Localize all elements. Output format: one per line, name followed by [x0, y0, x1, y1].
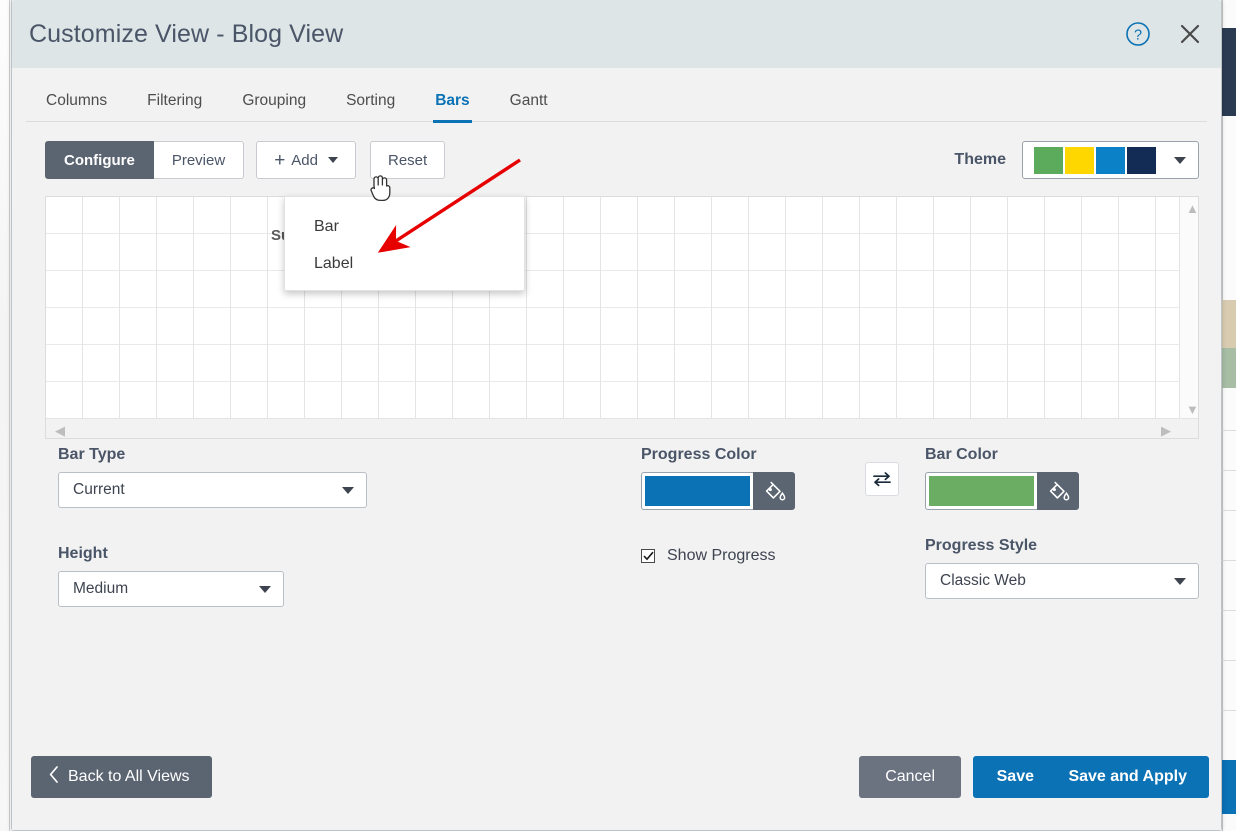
gantt-grid [46, 197, 1181, 419]
background-right-green-block [1222, 348, 1236, 388]
back-to-all-views-label: Back to All Views [68, 768, 190, 786]
height-label: Height [58, 545, 284, 563]
background-right-strip [1222, 0, 1236, 831]
scroll-left-icon[interactable]: ◀ [55, 424, 65, 437]
show-progress-field[interactable]: Show Progress [641, 547, 776, 565]
tab-gantt[interactable]: Gantt [490, 92, 568, 122]
background-right-rule [1222, 510, 1236, 511]
help-circle-icon[interactable]: ? [1125, 21, 1151, 47]
theme-picker[interactable] [1022, 141, 1199, 179]
add-button[interactable]: + Add [256, 141, 356, 179]
theme-swatch-blue [1096, 147, 1125, 174]
progress-color-field: Progress Color [641, 446, 795, 510]
gantt-preview: ▲ ▼ ◀ ▶ [45, 196, 1199, 439]
bar-color-picker-button[interactable] [1037, 472, 1079, 510]
svg-text:?: ? [1134, 28, 1142, 44]
customize-view-dialog: Customize View - Blog View ? Columns Fil… [11, 0, 1222, 831]
configure-button[interactable]: Configure [45, 141, 154, 179]
tab-sorting[interactable]: Sorting [326, 92, 415, 122]
progress-color-picker-button[interactable] [753, 472, 795, 510]
tab-columns[interactable]: Columns [26, 92, 127, 122]
scroll-right-icon[interactable]: ▶ [1161, 424, 1171, 437]
show-progress-label: Show Progress [667, 547, 776, 565]
tab-bars[interactable]: Bars [415, 92, 489, 122]
progress-style-field: Progress Style Classic Web [925, 537, 1199, 599]
chevron-down-icon [342, 487, 354, 494]
tab-bar: Columns Filtering Grouping Sorting Bars … [12, 68, 1221, 122]
progress-color-label: Progress Color [641, 446, 795, 464]
progress-color-control [641, 472, 795, 510]
save-and-apply-button[interactable]: Save and Apply [1046, 756, 1209, 798]
bar-type-select[interactable]: Current [58, 472, 367, 508]
background-right-rule [1222, 610, 1236, 611]
swap-colors-icon [871, 470, 893, 488]
check-icon [643, 551, 654, 561]
paint-bucket-icon [762, 479, 786, 503]
chevron-down-icon [1174, 157, 1186, 164]
height-value: Medium [73, 580, 259, 598]
bar-settings-form: Bar Type Current Height Medium Progress … [45, 439, 1199, 639]
chevron-down-icon [328, 157, 338, 163]
show-progress-checkbox[interactable] [641, 549, 655, 563]
theme-swatch-yellow [1065, 147, 1094, 174]
bar-color-field: Bar Color [925, 446, 1079, 510]
save-button[interactable]: Save [973, 756, 1058, 798]
theme-control: Theme [954, 141, 1199, 179]
bar-color-control [925, 472, 1079, 510]
progress-style-value: Classic Web [940, 572, 1174, 590]
progress-style-label: Progress Style [925, 537, 1199, 555]
tab-grouping[interactable]: Grouping [222, 92, 326, 122]
theme-label: Theme [954, 151, 1006, 169]
dialog-title: Customize View - Blog View [29, 20, 343, 49]
dialog-titlebar: Customize View - Blog View ? [12, 0, 1221, 68]
progress-color-swatch [645, 476, 750, 506]
scroll-down-icon[interactable]: ▼ [1186, 403, 1199, 416]
chevron-down-icon [1174, 578, 1186, 585]
chevron-down-icon [259, 586, 271, 593]
progress-style-select[interactable]: Classic Web [925, 563, 1199, 599]
bar-type-label: Bar Type [58, 446, 367, 464]
dialog-footer: Back to All Views Cancel Save Save and A… [12, 730, 1221, 830]
chevron-left-icon [49, 766, 59, 788]
plus-icon: + [274, 151, 285, 170]
background-right-rule [1222, 560, 1236, 561]
bar-color-swatch [929, 476, 1034, 506]
theme-swatch-navy [1127, 147, 1156, 174]
mode-toggle-group: Configure Preview [45, 141, 244, 179]
bar-color-label: Bar Color [925, 446, 1079, 464]
back-to-all-views-button[interactable]: Back to All Views [31, 756, 212, 798]
titlebar-actions: ? [1125, 21, 1203, 47]
bar-type-value: Current [73, 481, 342, 499]
add-menu-item-bar[interactable]: Bar [285, 208, 524, 245]
gantt-vertical-scrollbar[interactable]: ▲ ▼ [1179, 197, 1198, 419]
close-icon[interactable] [1177, 21, 1203, 47]
scroll-up-icon[interactable]: ▲ [1186, 202, 1199, 215]
reset-button[interactable]: Reset [370, 141, 445, 179]
gantt-horizontal-scrollbar[interactable]: ◀ ▶ [46, 418, 1198, 438]
theme-swatch-green [1034, 147, 1063, 174]
cancel-button[interactable]: Cancel [859, 756, 961, 798]
height-select[interactable]: Medium [58, 571, 284, 607]
add-button-label: Add [291, 152, 318, 169]
height-field: Height Medium [58, 545, 284, 607]
paint-bucket-icon [1046, 479, 1070, 503]
background-right-dark-block [1222, 28, 1236, 116]
reset-button-label: Reset [388, 152, 427, 169]
bar-type-field: Bar Type Current [58, 446, 367, 508]
bar-color-swatch-box[interactable] [925, 472, 1037, 510]
bars-toolbar: Configure Preview + Add Reset Theme [12, 140, 1221, 180]
preview-button[interactable]: Preview [154, 141, 244, 179]
add-dropdown-menu: Bar Label [284, 196, 525, 291]
background-right-tan-block [1222, 300, 1236, 348]
progress-color-swatch-box[interactable] [641, 472, 753, 510]
background-right-blue-block [1222, 760, 1236, 814]
tab-filtering[interactable]: Filtering [127, 92, 222, 122]
background-right-rule [1222, 710, 1236, 711]
add-menu-item-label[interactable]: Label [285, 245, 524, 282]
background-right-rule [1222, 660, 1236, 661]
swap-colors-button[interactable] [865, 462, 899, 496]
background-right-rule [1222, 470, 1236, 471]
background-left-strip [0, 0, 10, 831]
background-right-rule [1222, 430, 1236, 431]
